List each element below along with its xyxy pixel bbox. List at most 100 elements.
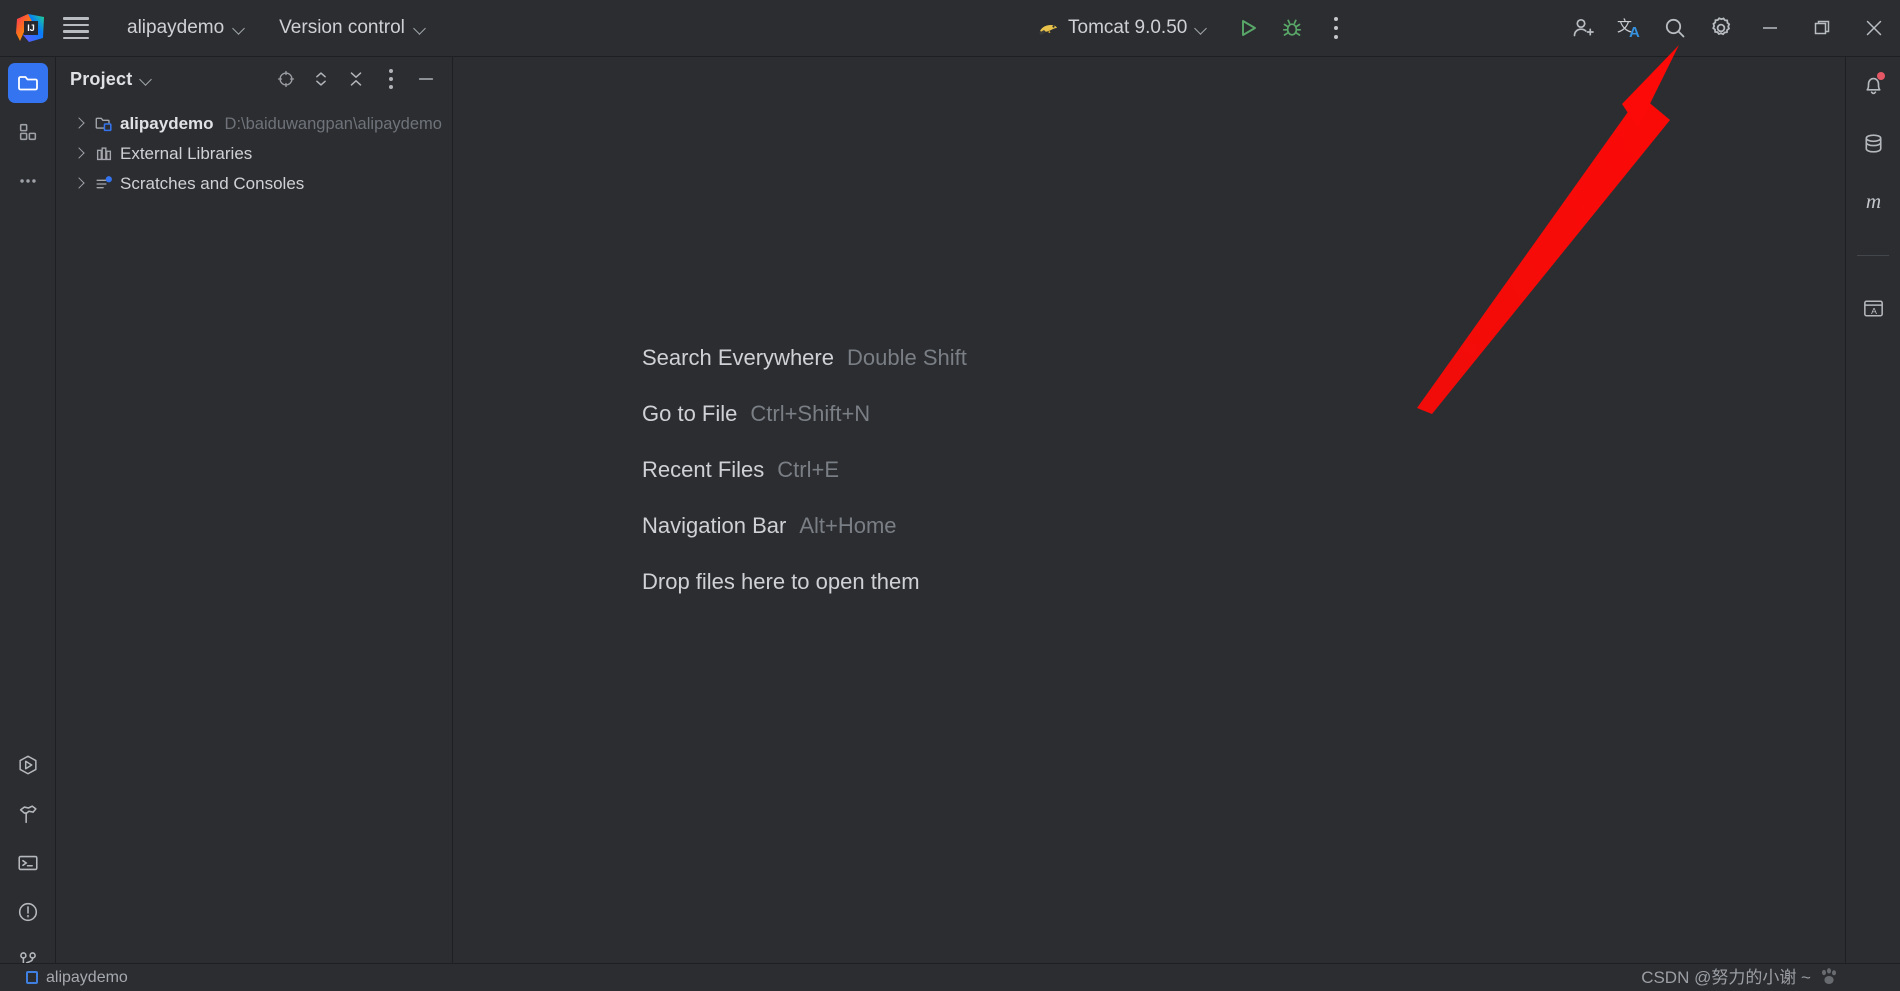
sidebar-item-problems[interactable] [8, 892, 48, 932]
run-hexagon-icon [19, 755, 37, 775]
add-user-button[interactable] [1560, 5, 1606, 51]
translate-icon: 文 A [1617, 18, 1640, 41]
sidebar-item-terminal[interactable] [8, 843, 48, 883]
hint-label: Go to File [642, 401, 738, 426]
project-name-label: alipaydemo [127, 17, 225, 38]
crosshair-target-icon [277, 70, 295, 88]
select-opened-file-button[interactable] [271, 64, 301, 94]
version-control-label: Version control [279, 17, 405, 38]
project-panel-title[interactable]: Project [65, 66, 157, 93]
sidebar-item-maven[interactable]: m [1853, 181, 1893, 221]
collapse-all-button[interactable] [341, 64, 371, 94]
left-strip-bottom-group [0, 745, 56, 981]
project-panel-toolbar [271, 64, 441, 94]
translate-button[interactable]: 文 A [1606, 5, 1652, 51]
warning-circle-icon [18, 902, 38, 922]
minimize-icon [1763, 27, 1777, 29]
run-configuration-area: Tomcat 9.0.50 [1028, 0, 1354, 56]
right-tool-strip: m A [1845, 57, 1900, 991]
watermark-text: CSDN @努力的小谢 ~ [1641, 968, 1811, 987]
hamburger-menu-icon[interactable] [63, 17, 89, 39]
tree-node-label: External Libraries [120, 144, 253, 163]
maximize-button[interactable] [1796, 0, 1848, 57]
chevron-right-icon[interactable] [69, 113, 91, 135]
sidebar-item-translation[interactable]: A [1853, 288, 1893, 328]
chevron-down-icon [1196, 23, 1207, 34]
right-strip-divider [1857, 255, 1889, 256]
search-icon [1665, 18, 1685, 38]
hint-shortcut: Double Shift [846, 345, 967, 370]
search-button[interactable] [1652, 5, 1698, 51]
editor-empty-area[interactable]: Search Everywhere Double Shift Go to Fil… [452, 57, 1845, 964]
chevron-down-icon [234, 23, 245, 34]
sidebar-item-project[interactable] [7, 63, 48, 103]
tree-node-external-libraries[interactable]: External Libraries [57, 139, 451, 169]
database-icon [1864, 133, 1882, 153]
chevron-right-icon[interactable] [69, 143, 91, 165]
left-strip-top-group [0, 57, 55, 201]
maven-m-icon: m [1865, 189, 1880, 213]
minimize-button[interactable] [1744, 0, 1796, 57]
chevron-down-icon [415, 23, 426, 34]
module-folder-icon [91, 114, 117, 134]
project-panel-header: Project [57, 57, 451, 101]
project-name-dropdown[interactable]: alipaydemo [117, 13, 255, 43]
hint-navigation-bar[interactable]: Navigation Bar Alt+Home [642, 513, 967, 539]
status-bar-project[interactable]: alipaydemo [26, 969, 128, 987]
project-panel-title-label: Project [70, 68, 133, 89]
run-play-icon [1242, 20, 1257, 36]
csdn-watermark: CSDN @努力的小谢 ~ [1641, 963, 1840, 988]
project-tree: alipaydemo D:\baiduwangpan\alipaydemo Ex… [57, 101, 451, 199]
hint-shortcut: Ctrl+Shift+N [750, 401, 871, 426]
run-configuration-selector[interactable]: Tomcat 9.0.50 [1028, 13, 1216, 43]
title-bar-right: 文 A [1560, 0, 1900, 56]
tree-node-alipaydemo[interactable]: alipaydemo D:\baiduwangpan\alipaydemo [57, 109, 451, 139]
svg-text:A: A [1629, 24, 1640, 41]
hint-search-everywhere[interactable]: Search Everywhere Double Shift [642, 345, 967, 371]
hint-shortcut: Alt+Home [799, 513, 897, 538]
run-button[interactable] [1230, 10, 1266, 46]
debug-button[interactable] [1274, 10, 1310, 46]
status-bar-project-label: alipaydemo [46, 968, 128, 986]
sidebar-item-build[interactable] [8, 794, 48, 834]
more-actions-button[interactable] [1318, 10, 1354, 46]
sidebar-item-structure[interactable] [8, 112, 48, 152]
svg-text:A: A [1871, 305, 1877, 315]
scratches-icon [91, 174, 117, 194]
sidebar-item-database[interactable] [1853, 123, 1893, 163]
tree-node-path: D:\baiduwangpan\alipaydemo [224, 114, 442, 133]
notification-badge [1877, 72, 1885, 80]
more-vertical-icon [1334, 15, 1339, 42]
hide-panel-button[interactable] [411, 64, 441, 94]
chevron-right-icon[interactable] [69, 173, 91, 195]
tomcat-icon [1037, 18, 1059, 38]
project-panel-options-button[interactable] [376, 64, 406, 94]
hint-drop-files: Drop files here to open them [642, 569, 920, 594]
debug-bug-icon [1283, 19, 1302, 36]
sidebar-item-more-tool-windows[interactable] [8, 161, 48, 201]
expand-collapse-chevrons-icon [316, 72, 326, 86]
translation-window-icon: A [1863, 300, 1883, 316]
expand-collapse-button[interactable] [306, 64, 336, 94]
hint-label: Navigation Bar [642, 513, 787, 538]
sidebar-item-run[interactable] [8, 745, 48, 785]
title-bar-left: IJ alipaydemo Version control [0, 0, 436, 56]
tree-node-scratches-and-consoles[interactable]: Scratches and Consoles [57, 169, 451, 199]
add-user-icon [1573, 18, 1594, 37]
libraries-icon [91, 144, 117, 164]
version-control-dropdown[interactable]: Version control [269, 13, 436, 43]
editor-shortcut-hints: Search Everywhere Double Shift Go to Fil… [642, 345, 967, 595]
hint-recent-files[interactable]: Recent Files Ctrl+E [642, 457, 967, 483]
project-tool-window: Project alipaydemo D:\baiduwangpan\alipa… [57, 57, 494, 991]
hint-label: Search Everywhere [642, 345, 834, 370]
run-configuration-label: Tomcat 9.0.50 [1068, 17, 1188, 38]
close-button[interactable] [1848, 0, 1900, 57]
right-strip-group: m A [1846, 57, 1900, 328]
title-bar: IJ alipaydemo Version control Tomcat 9.0… [0, 0, 1900, 57]
settings-button[interactable] [1698, 5, 1744, 51]
tree-node-label: Scratches and Consoles [120, 174, 305, 193]
collapse-all-icon [350, 72, 362, 86]
hint-go-to-file[interactable]: Go to File Ctrl+Shift+N [642, 401, 967, 427]
paw-print-icon [1818, 965, 1840, 987]
sidebar-item-notifications[interactable] [1853, 65, 1893, 105]
